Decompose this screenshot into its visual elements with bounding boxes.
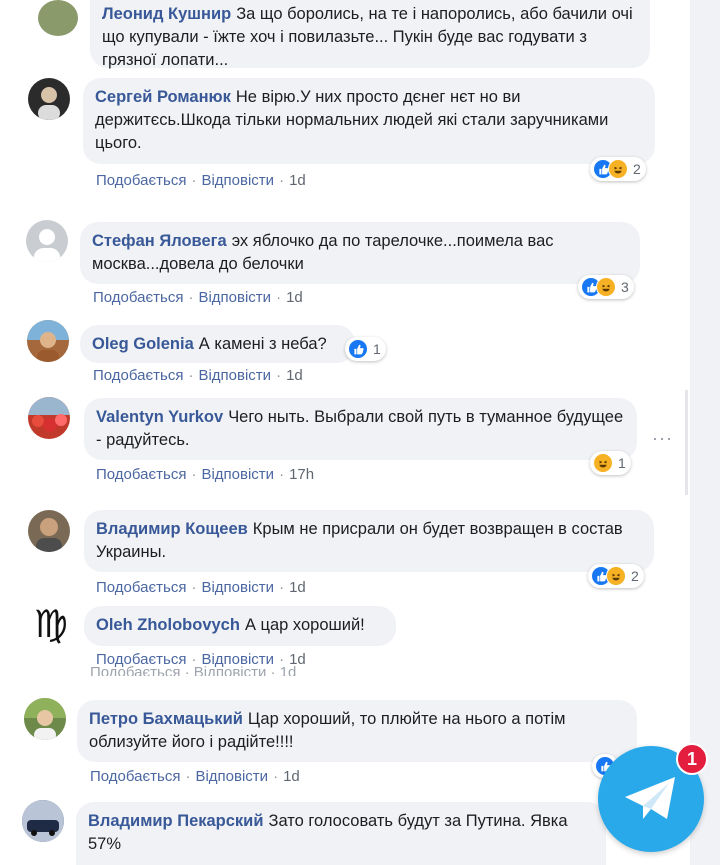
comment-actions: Подобається · Відповісти · 1d	[93, 367, 303, 384]
comment-text: А камені з неба?	[198, 335, 327, 353]
more-options-icon[interactable]: ···	[652, 428, 673, 449]
reaction-summary[interactable]: 1	[590, 451, 631, 475]
avatar[interactable]	[27, 320, 69, 362]
comment-actions: Подобається · Відповісти · 1d	[96, 172, 306, 189]
avatar[interactable]	[28, 510, 70, 552]
comment-author[interactable]: Леонид Кушнир	[102, 5, 231, 23]
avatar-person-icon	[27, 320, 69, 362]
like-link[interactable]: Подобається	[96, 466, 186, 483]
avatar[interactable]	[24, 698, 66, 740]
reaction-summary[interactable]: 2	[588, 564, 644, 588]
notification-badge: 1	[676, 743, 708, 775]
avatar[interactable]	[22, 800, 64, 842]
reply-link[interactable]: Відповісти	[195, 768, 268, 785]
comment-actions: Подобається · Відповісти · 1d	[93, 289, 303, 306]
reaction-summary[interactable]: 3	[578, 275, 634, 299]
comment-author[interactable]: Сергей Романюк	[95, 88, 231, 106]
haha-reaction-icon	[593, 453, 613, 473]
overlapped-actions-row: Подобається · Відповісти · 1d	[90, 664, 297, 676]
comment-time[interactable]: 17h	[289, 466, 314, 483]
comment-bubble: Valentyn Yurkov Чего ныть. Выбрали свой п…	[84, 398, 637, 460]
comment-author[interactable]: Valentyn Yurkov	[96, 408, 223, 426]
comment-bubble: Петро Бахмацький Цар хороший, то плюйте н…	[77, 700, 637, 762]
comment-actions: Подобається · Відповісти · 17h	[96, 466, 315, 483]
like-link[interactable]: Подобається	[90, 768, 180, 785]
comments-feed: Леонид Кушнир За що боролись, на те і нап…	[0, 0, 720, 865]
reaction-summary[interactable]: 1	[345, 337, 386, 361]
comment-bubble: Леонид Кушнир За що боролись, на те і нап…	[90, 0, 650, 69]
avatar[interactable]	[38, 0, 78, 36]
reply-link[interactable]: Відповісти	[198, 289, 271, 306]
reaction-count: 3	[621, 279, 629, 295]
comment-author[interactable]: Владимир Пекарский	[88, 812, 263, 830]
comment-actions: Подобається · Відповісти · 1d	[96, 579, 306, 596]
reply-link[interactable]: Відповісти	[198, 367, 271, 384]
comment-author[interactable]: Стефан Яловега	[92, 232, 227, 250]
haha-reaction-icon	[608, 159, 628, 179]
comment-time[interactable]: 1d	[289, 579, 306, 596]
like-reaction-icon	[348, 339, 368, 359]
reply-link[interactable]: Відповісти	[201, 172, 274, 189]
comment-text: А цар хороший!	[244, 616, 365, 634]
comment-bubble: Сергей Романюк Не вірю.У них просто дєнег…	[83, 78, 655, 164]
like-link[interactable]: Подобається	[96, 579, 186, 596]
avatar[interactable]	[28, 78, 70, 120]
reply-link[interactable]: Відповісти	[201, 466, 274, 483]
comment-author[interactable]: Владимир Кощеев	[96, 520, 248, 538]
comment-actions: Подобається · Відповісти · 1d	[90, 768, 300, 785]
like-link[interactable]: Подобається	[96, 172, 186, 189]
telegram-plane-icon	[625, 777, 675, 819]
haha-reaction-icon	[606, 566, 626, 586]
avatar-person-icon	[36, 518, 62, 552]
comment-time[interactable]: 1d	[289, 172, 306, 189]
comment-bubble: Oleg Golenia А камені з неба?	[80, 325, 355, 363]
avatar-car-icon	[22, 800, 64, 842]
comment-author[interactable]: Петро Бахмацький	[89, 710, 243, 728]
avatar-flowers-icon	[28, 397, 70, 432]
avatar[interactable]	[28, 397, 70, 439]
comment-bubble: Владимир Кощеев Крым не присрали он будет…	[84, 510, 654, 572]
page-side-background	[690, 0, 720, 865]
avatar-person-icon	[38, 87, 60, 120]
comment-author[interactable]: Oleg Golenia	[92, 335, 194, 353]
reaction-count: 2	[631, 568, 639, 584]
like-link[interactable]: Подобається	[93, 289, 183, 306]
comment-time[interactable]: 1d	[286, 289, 303, 306]
avatar-person-icon	[24, 698, 66, 740]
comment-author[interactable]: Oleh Zholobovych	[96, 616, 240, 634]
virgo-sign-icon: ♍	[33, 603, 69, 645]
comment-bubble: Стефан Яловега эх яблочко да по тарелочке…	[80, 222, 640, 284]
reaction-count: 1	[373, 341, 381, 357]
default-avatar-icon	[34, 229, 60, 262]
comment-time[interactable]: 1d	[283, 768, 300, 785]
avatar[interactable]: ♍	[30, 603, 72, 645]
reaction-count: 2	[633, 161, 641, 177]
avatar[interactable]	[26, 220, 68, 262]
scrollbar[interactable]	[685, 390, 688, 495]
like-link[interactable]: Подобається	[93, 367, 183, 384]
haha-reaction-icon	[596, 277, 616, 297]
reaction-count: 1	[618, 455, 626, 471]
reply-link[interactable]: Відповісти	[201, 579, 274, 596]
comment-bubble: Владимир Пекарский Зато голосовать будут …	[76, 802, 606, 865]
comment-time[interactable]: 1d	[286, 367, 303, 384]
comment-bubble: Oleh Zholobovych А цар хороший!	[84, 606, 396, 646]
reaction-summary[interactable]: 2	[590, 157, 646, 181]
